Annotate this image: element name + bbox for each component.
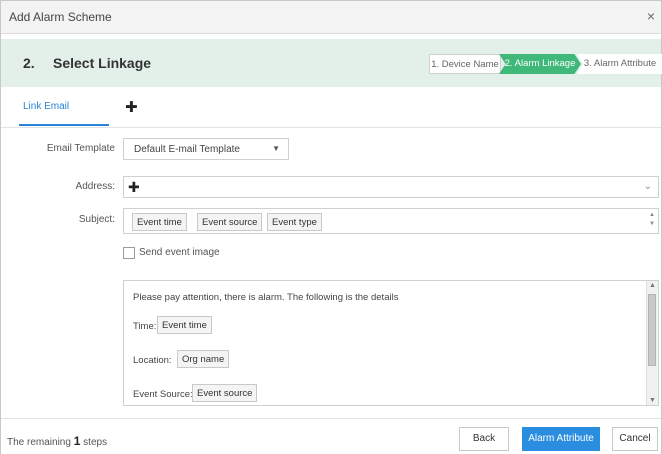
remaining-prefix: The remaining	[7, 437, 71, 448]
address-label: Address:	[75, 181, 115, 192]
body-tag-event-time[interactable]: Event time	[157, 316, 212, 334]
email-body-time-label: Time:	[133, 321, 157, 332]
tab-link-email[interactable]: Link Email	[23, 101, 69, 112]
address-dropdown-chevron-icon[interactable]: ⌄	[644, 181, 652, 192]
email-body-intro: Please pay attention, there is alarm. Th…	[133, 292, 399, 303]
email-template-label: Email Template	[46, 143, 115, 154]
editor-scrollbar[interactable]: ▲ ▼	[646, 281, 658, 405]
send-event-image-checkbox[interactable]	[123, 247, 135, 259]
dialog-title: Add Alarm Scheme	[9, 10, 112, 24]
step-title: Select Linkage	[53, 55, 152, 71]
email-template-select[interactable]: Default E-mail Template ▼	[123, 138, 289, 160]
scroll-up-arrow-icon[interactable]: ▲	[649, 282, 656, 289]
subject-field[interactable]: Event time Event source Event type ▲ ▼	[123, 208, 659, 234]
step-alarm-attribute: 3. Alarm Attribute	[577, 54, 662, 74]
close-icon[interactable]: ×	[647, 8, 655, 24]
address-field[interactable]: ✚ ⌄	[123, 176, 659, 198]
step-device-name: 1. Device Name	[429, 54, 501, 74]
step-alarm-linkage: 2. Alarm Linkage	[499, 54, 581, 74]
cancel-button[interactable]: Cancel	[612, 427, 658, 451]
email-body-location-label: Location:	[133, 355, 172, 366]
subject-scroll-arrows[interactable]: ▲ ▼	[648, 211, 656, 231]
email-body-editor[interactable]: Please pay attention, there is alarm. Th…	[123, 280, 659, 406]
remaining-count: 1	[73, 434, 81, 448]
linkage-tabs: Link Email ✚	[1, 93, 661, 128]
remaining-suffix: steps	[83, 437, 108, 448]
add-address-plus-icon[interactable]: ✚	[128, 179, 140, 196]
subject-label: Subject:	[78, 214, 115, 225]
step-number: 2.	[23, 55, 35, 71]
alarm-attribute-button[interactable]: Alarm Attribute	[522, 427, 600, 451]
email-body-event-source-label: Event Source:	[133, 389, 193, 400]
back-button[interactable]: Back	[459, 427, 509, 451]
active-tab-indicator	[19, 124, 109, 126]
body-tag-event-source[interactable]: Event source	[192, 384, 258, 402]
chevron-down-icon: ▼	[272, 144, 280, 153]
add-tab-plus-icon[interactable]: ✚	[125, 98, 138, 116]
send-event-image-label: Send event image	[139, 247, 220, 258]
scroll-down-arrow-icon[interactable]: ▼	[649, 397, 656, 404]
body-tag-org-name[interactable]: Org name	[177, 350, 230, 368]
dialog-titlebar: Add Alarm Scheme ×	[1, 1, 661, 34]
subject-tag-event-time[interactable]: Event time	[132, 213, 187, 231]
subject-tag-event-type[interactable]: Event type	[267, 213, 322, 231]
remaining-steps-text: The remaining 1 steps	[7, 434, 107, 448]
dialog-footer: The remaining 1 steps Back Alarm Attribu…	[1, 418, 661, 454]
subject-tag-event-source[interactable]: Event source	[197, 213, 263, 231]
add-alarm-scheme-dialog: Add Alarm Scheme × 2. Select Linkage 1. …	[0, 0, 662, 454]
scrollbar-thumb[interactable]	[648, 294, 656, 366]
email-template-value: Default E-mail Template	[134, 144, 240, 155]
